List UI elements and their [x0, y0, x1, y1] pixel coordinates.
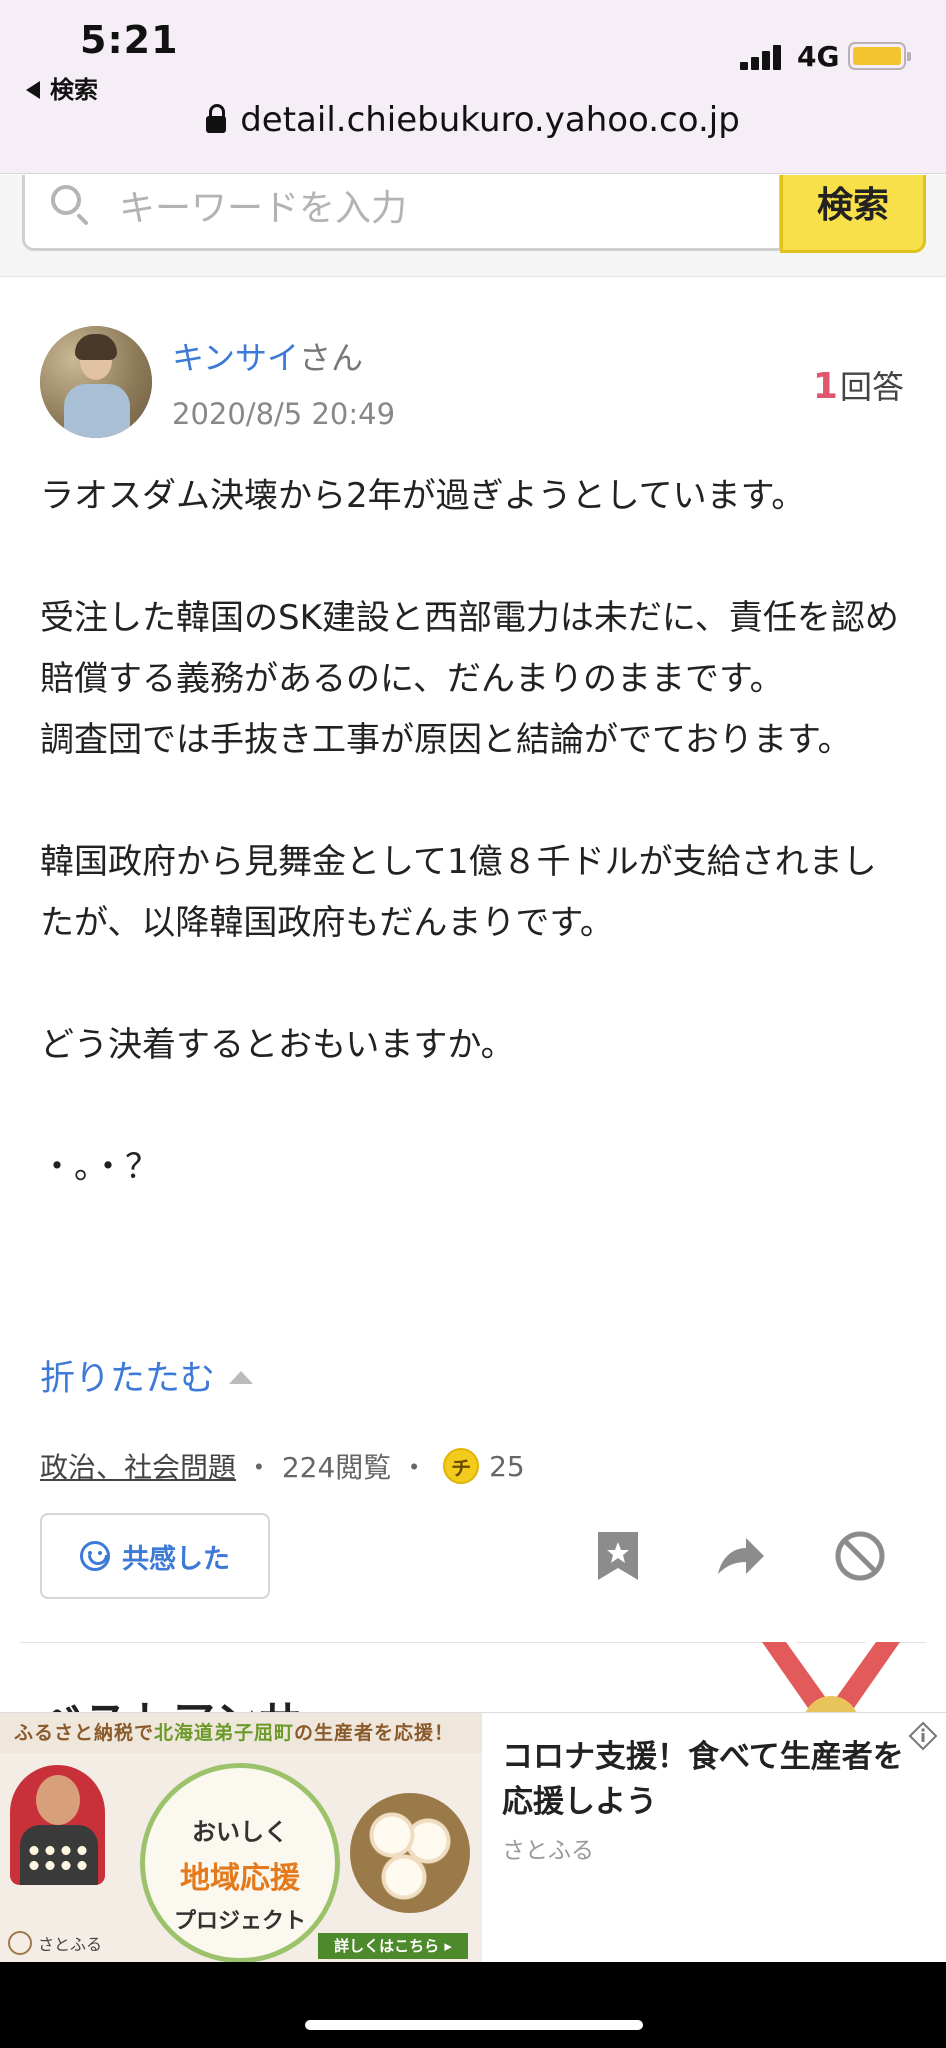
- bookmark-icon[interactable]: [590, 1528, 646, 1584]
- category-link[interactable]: 政治、社会問題: [40, 1446, 236, 1486]
- home-indicator-bar: [0, 1962, 946, 2048]
- answer-count-label: 回答: [839, 368, 904, 406]
- question-paragraph: [40, 527, 900, 588]
- brand-mark-icon: [8, 1931, 32, 1955]
- ad-banner-text: ふるさと納税で北海道弟子屈町の生産者を応援！: [0, 1713, 482, 1753]
- medal-icon: [762, 1642, 900, 1712]
- search-icon: [51, 185, 81, 215]
- question-paragraph: ラオスダム決壊から2年が過ぎようとしています。: [40, 476, 806, 516]
- chie-coin-icon: チ: [443, 1448, 480, 1484]
- question-paragraph: 受注した韓国のSK建設と西部電力は未だに、責任を認め賠償する義務があるのに、だん…: [40, 598, 899, 699]
- back-arrow-icon: [26, 81, 40, 99]
- ad-campaign-circle: おいしく 地域応援 プロジェクト: [140, 1763, 340, 1963]
- cell-signal-icon: [740, 44, 786, 70]
- url-text: detail.chiebukuro.yahoo.co.jp: [240, 100, 740, 140]
- avatar[interactable]: [40, 326, 152, 438]
- ad-scallop-photo: [350, 1793, 470, 1913]
- meta-separator: ・: [391, 1451, 438, 1484]
- question-paragraph: 韓国政府から見舞金として1億８千ドルが支給されましたが、以降韓国政府もだんまりで…: [40, 842, 877, 943]
- question-paragraph: どう決着するとおもいますか。: [40, 1025, 515, 1065]
- question-meta: 政治、社会問題 ・ 224閲覧 ・ チ 25: [40, 1446, 525, 1486]
- ad-image[interactable]: ふるさと納税で北海道弟子屈町の生産者を応援！ さとふる おいしく 地域応援 プロ…: [0, 1713, 482, 1963]
- address-bar[interactable]: detail.chiebukuro.yahoo.co.jp: [0, 100, 946, 140]
- status-time: 5:21: [80, 18, 179, 62]
- question-author[interactable]: キンサイさん: [172, 333, 363, 379]
- answer-count-number: 1: [812, 366, 838, 407]
- network-type: 4G: [797, 40, 840, 73]
- ad-producer-photo: [10, 1765, 105, 1885]
- caret-up-icon: [229, 1371, 254, 1384]
- coin-count: 25: [489, 1449, 525, 1483]
- question-paragraph: ・。・？: [40, 1147, 159, 1187]
- meta-separator: ・: [236, 1451, 282, 1484]
- lock-icon: [206, 104, 227, 133]
- search-area: キーワードを入力 検索: [0, 175, 946, 277]
- search-placeholder: キーワードを入力: [119, 188, 408, 229]
- ad-title[interactable]: コロナ支援！食べて生産者を応援しよう: [502, 1735, 906, 1825]
- smile-icon: [80, 1541, 110, 1571]
- question-paragraph: [40, 1076, 900, 1137]
- answer-count[interactable]: 1回答: [813, 362, 904, 408]
- home-indicator[interactable]: [305, 2020, 643, 2030]
- empathy-label: 共感した: [122, 1543, 230, 1575]
- block-icon[interactable]: [832, 1528, 888, 1584]
- search-button[interactable]: 検索: [780, 175, 926, 253]
- ad-more-button[interactable]: 詳しくはこちら ▸: [318, 1933, 468, 1959]
- ad-info-icon[interactable]: [908, 1721, 938, 1751]
- question-paragraph: [40, 954, 900, 1015]
- author-name[interactable]: キンサイ: [172, 339, 299, 377]
- browser-top-bar: 5:21 検索 4G detail.chiebukuro.yahoo.co.jp: [0, 0, 946, 174]
- share-icon[interactable]: [712, 1528, 768, 1584]
- fold-toggle[interactable]: 折りたたむ: [40, 1350, 254, 1401]
- author-suffix: さん: [299, 339, 364, 377]
- view-count: 224閲覧: [281, 1451, 392, 1484]
- battery-icon: [848, 42, 911, 70]
- ad-brand-logo: さとふる: [8, 1931, 102, 1955]
- fold-label: 折りたたむ: [40, 1359, 216, 1399]
- question-paragraph: 調査団では手抜き工事が原因と結論がでております。: [40, 720, 852, 760]
- question-date: 2020/8/5 20:49: [172, 397, 396, 431]
- question-paragraph: [40, 771, 900, 832]
- advertisement[interactable]: ふるさと納税で北海道弟子屈町の生産者を応援！ さとふる おいしく 地域応援 プロ…: [0, 1712, 946, 1963]
- ad-sponsor: さとふる: [502, 1838, 594, 1864]
- empathy-button[interactable]: 共感した: [40, 1513, 270, 1599]
- search-input[interactable]: キーワードを入力: [22, 175, 782, 251]
- question-body: ラオスダム決壊から2年が過ぎようとしています。 受注した韓国のSK建設と西部電力…: [40, 466, 900, 1198]
